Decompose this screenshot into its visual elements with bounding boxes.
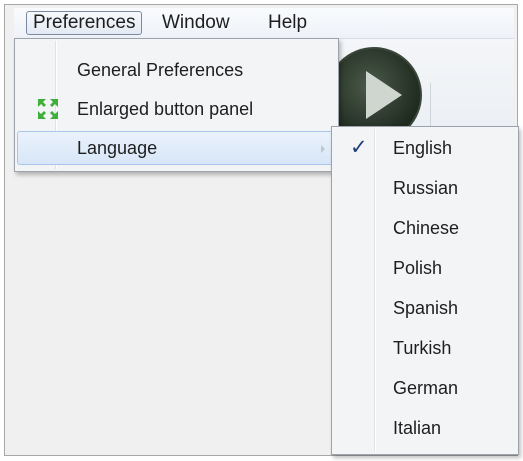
language-item-spanish[interactable]: Spanish: [334, 288, 516, 328]
menu-item-language[interactable]: Language: [17, 131, 336, 165]
menu-item-general-preferences[interactable]: General Preferences: [17, 53, 336, 87]
play-icon: [366, 71, 402, 119]
language-label: German: [393, 378, 459, 398]
menu-window[interactable]: Window: [156, 11, 236, 35]
enlarge-arrows-icon: [38, 99, 58, 119]
menu-bar: Preferences Window Help: [14, 8, 514, 39]
menu-item-label: Enlarged button panel: [77, 99, 254, 119]
language-label: Russian: [393, 178, 459, 198]
menu-item-label: Language: [77, 138, 158, 158]
language-item-italian[interactable]: Italian: [334, 408, 516, 448]
checkmark-icon: ✓: [350, 136, 368, 159]
menu-help[interactable]: Help: [262, 11, 313, 35]
language-item-polish[interactable]: Polish: [334, 248, 516, 288]
language-item-chinese[interactable]: Chinese: [334, 208, 516, 248]
language-item-turkish[interactable]: Turkish: [334, 328, 516, 368]
language-label: Turkish: [393, 338, 452, 358]
submenu-arrow-icon: [321, 145, 325, 153]
language-item-german[interactable]: German: [334, 368, 516, 408]
language-label: Italian: [393, 418, 442, 438]
language-item-russian[interactable]: Russian: [334, 168, 516, 208]
language-label: Chinese: [393, 218, 460, 238]
preferences-dropdown: General Preferences Enlarged button pane…: [14, 38, 339, 172]
menu-item-label: General Preferences: [77, 60, 244, 80]
language-label: Spanish: [393, 298, 459, 318]
menu-item-enlarged-button-panel[interactable]: Enlarged button panel: [17, 92, 336, 126]
menu-preferences[interactable]: Preferences: [26, 11, 143, 35]
language-label: English: [393, 138, 453, 158]
language-item-english[interactable]: ✓ English: [334, 128, 516, 168]
language-label: Polish: [393, 258, 443, 278]
language-submenu: ✓ English Russian Chinese Polish Spanish…: [331, 126, 519, 455]
